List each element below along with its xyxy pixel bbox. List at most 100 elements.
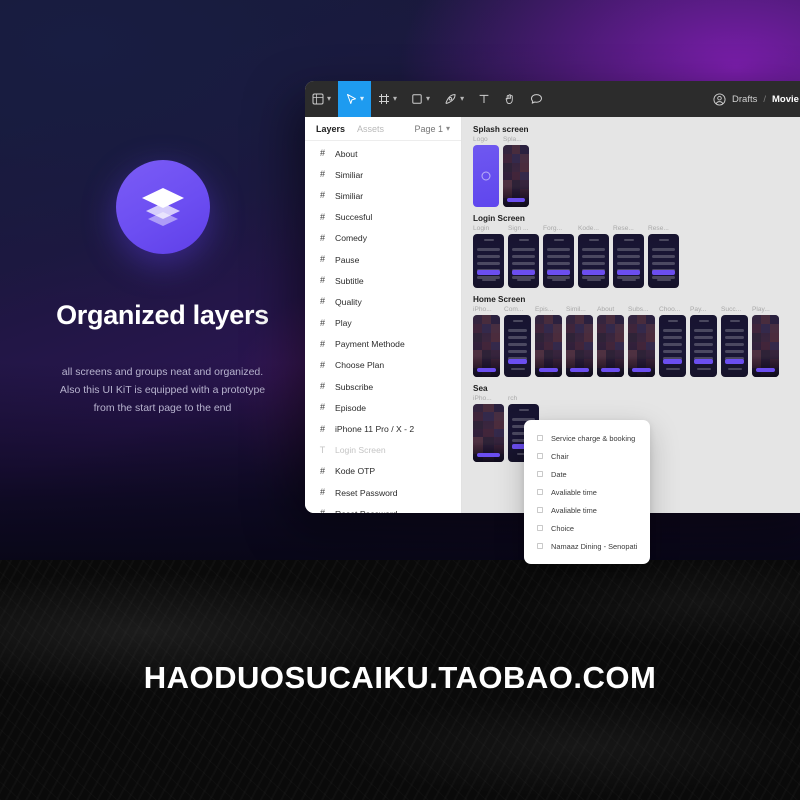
checkbox-icon[interactable] [537, 543, 543, 549]
context-menu-item[interactable]: Avaliable time [524, 501, 650, 519]
chevron-down-icon: ▾ [426, 94, 431, 103]
layer-row[interactable]: # Quality [305, 291, 461, 312]
breadcrumb-current[interactable]: Movie stre [772, 94, 800, 105]
phone-frame[interactable] [578, 234, 609, 288]
phone-frame[interactable] [473, 315, 500, 377]
canvas-frame[interactable]: Com... [504, 306, 531, 377]
layer-row[interactable]: # Succesful [305, 207, 461, 228]
checkbox-icon[interactable] [537, 489, 543, 495]
pen-icon[interactable]: ▾ [437, 81, 471, 117]
layer-row[interactable]: # Comedy [305, 228, 461, 249]
canvas-frame[interactable]: Sign ... [508, 225, 539, 288]
phone-frame[interactable] [508, 234, 539, 288]
canvas-frame[interactable]: iPho... [473, 306, 500, 377]
canvas-frame-label: Play... [752, 306, 770, 313]
phone-frame[interactable] [752, 315, 779, 377]
canvas-frame[interactable]: Spla... [503, 136, 529, 207]
layer-row[interactable]: # Payment Methode [305, 334, 461, 355]
comment-icon[interactable] [523, 81, 550, 117]
canvas-frame[interactable]: Play... [752, 306, 779, 377]
canvas-frame[interactable]: Simil... [566, 306, 593, 377]
canvas-frame[interactable]: Pay... [690, 306, 717, 377]
canvas-frame[interactable]: Forg... [543, 225, 574, 288]
phone-frame[interactable] [659, 315, 686, 377]
layer-row[interactable]: # Play [305, 313, 461, 334]
phone-frame[interactable] [628, 315, 655, 377]
canvas-frame[interactable]: Epis... [535, 306, 562, 377]
phone-frame[interactable] [473, 145, 499, 207]
frame-row: Logo Spla... [473, 136, 800, 207]
page-selector[interactable]: Page 1 ▾ [414, 124, 450, 134]
phone-frame[interactable] [690, 315, 717, 377]
text-layer-icon: T [319, 444, 326, 455]
context-menu-item[interactable]: Choice [524, 519, 650, 537]
phone-frame[interactable] [543, 234, 574, 288]
component-icon: # [319, 338, 325, 349]
layer-row-label: Similiar [335, 190, 364, 201]
phone-frame[interactable] [721, 315, 748, 377]
tab-assets[interactable]: Assets [357, 124, 384, 134]
figma-menu-icon[interactable]: ▾ [305, 81, 338, 117]
canvas-frame[interactable]: Succ... [721, 306, 748, 377]
move-cursor-icon[interactable]: ▾ [338, 81, 372, 117]
canvas-frame[interactable]: Rese... [613, 225, 644, 288]
layer-row[interactable]: # Reset Password [305, 482, 461, 503]
phone-frame[interactable] [503, 145, 529, 207]
context-menu-item[interactable]: Chair [524, 447, 650, 465]
breadcrumb-parent[interactable]: Drafts [732, 94, 757, 105]
canvas-frame[interactable]: Rese... [648, 225, 679, 288]
checkbox-icon[interactable] [537, 525, 543, 531]
context-menu-item[interactable]: Avaliable time [524, 483, 650, 501]
context-menu-item[interactable]: Date [524, 465, 650, 483]
phone-frame[interactable] [504, 315, 531, 377]
layer-row[interactable]: # Kode OTP [305, 461, 461, 482]
context-menu[interactable]: Service charge & booking Chair Date Avaliab… [524, 420, 650, 564]
layer-row[interactable]: # About [305, 143, 461, 164]
context-menu-item-label: Date [551, 469, 567, 479]
promo-line-2: Also this UI KiT is equipped with a prot… [59, 384, 266, 396]
phone-frame[interactable] [473, 234, 504, 288]
layer-row[interactable]: # Pause [305, 249, 461, 270]
shape-icon[interactable]: ▾ [404, 81, 437, 117]
canvas-frame[interactable]: Kode... [578, 225, 609, 288]
layer-row[interactable]: # Choose Plan [305, 355, 461, 376]
checkbox-icon[interactable] [537, 507, 543, 513]
phone-frame[interactable] [566, 315, 593, 377]
layer-row[interactable]: # Similiar [305, 185, 461, 206]
phone-frame[interactable] [535, 315, 562, 377]
hand-icon[interactable] [497, 81, 523, 117]
layer-row[interactable]: T Login Screen [305, 440, 461, 461]
layer-row[interactable]: # Subscribe [305, 376, 461, 397]
layer-row[interactable]: # Episode [305, 397, 461, 418]
layer-row[interactable]: # iPhone 11 Pro / X - 2 [305, 418, 461, 439]
canvas-frame[interactable]: iPho... [473, 395, 504, 462]
phone-frame[interactable] [613, 234, 644, 288]
checkbox-icon[interactable] [537, 435, 543, 441]
context-menu-item[interactable]: Namaaz Dining - Senopati [524, 537, 650, 555]
canvas-frame[interactable]: Logo [473, 136, 499, 207]
phone-frame[interactable] [648, 234, 679, 288]
user-avatar-icon[interactable] [713, 92, 726, 106]
canvas-frame[interactable]: Choo... [659, 306, 686, 377]
tab-layers[interactable]: Layers [316, 124, 345, 134]
context-menu-item[interactable]: Service charge & booking [524, 429, 650, 447]
layer-row[interactable]: # Reset Password [305, 503, 461, 513]
frame-icon[interactable]: ▾ [371, 81, 404, 117]
layer-row[interactable]: # Subtitle [305, 270, 461, 291]
phone-frame[interactable] [597, 315, 624, 377]
context-menu-item-label: Chair [551, 451, 569, 461]
layer-row-label: Succesful [335, 212, 373, 223]
layer-list[interactable]: # About # Similiar # Similiar # Succesful # Comed… [305, 141, 461, 513]
checkbox-icon[interactable] [537, 471, 543, 477]
canvas-frame-label: Kode... [578, 225, 599, 232]
chevron-down-icon: ▾ [327, 94, 332, 103]
layer-row-label: Similiar [335, 169, 364, 180]
canvas-frame[interactable]: Login [473, 225, 504, 288]
canvas-frame[interactable]: About [597, 306, 624, 377]
canvas-frame[interactable]: Subs... [628, 306, 655, 377]
canvas-frame-label: Subs... [628, 306, 649, 313]
text-icon[interactable] [471, 81, 497, 117]
checkbox-icon[interactable] [537, 453, 543, 459]
layer-row[interactable]: # Similiar [305, 164, 461, 185]
phone-frame[interactable] [473, 404, 504, 462]
